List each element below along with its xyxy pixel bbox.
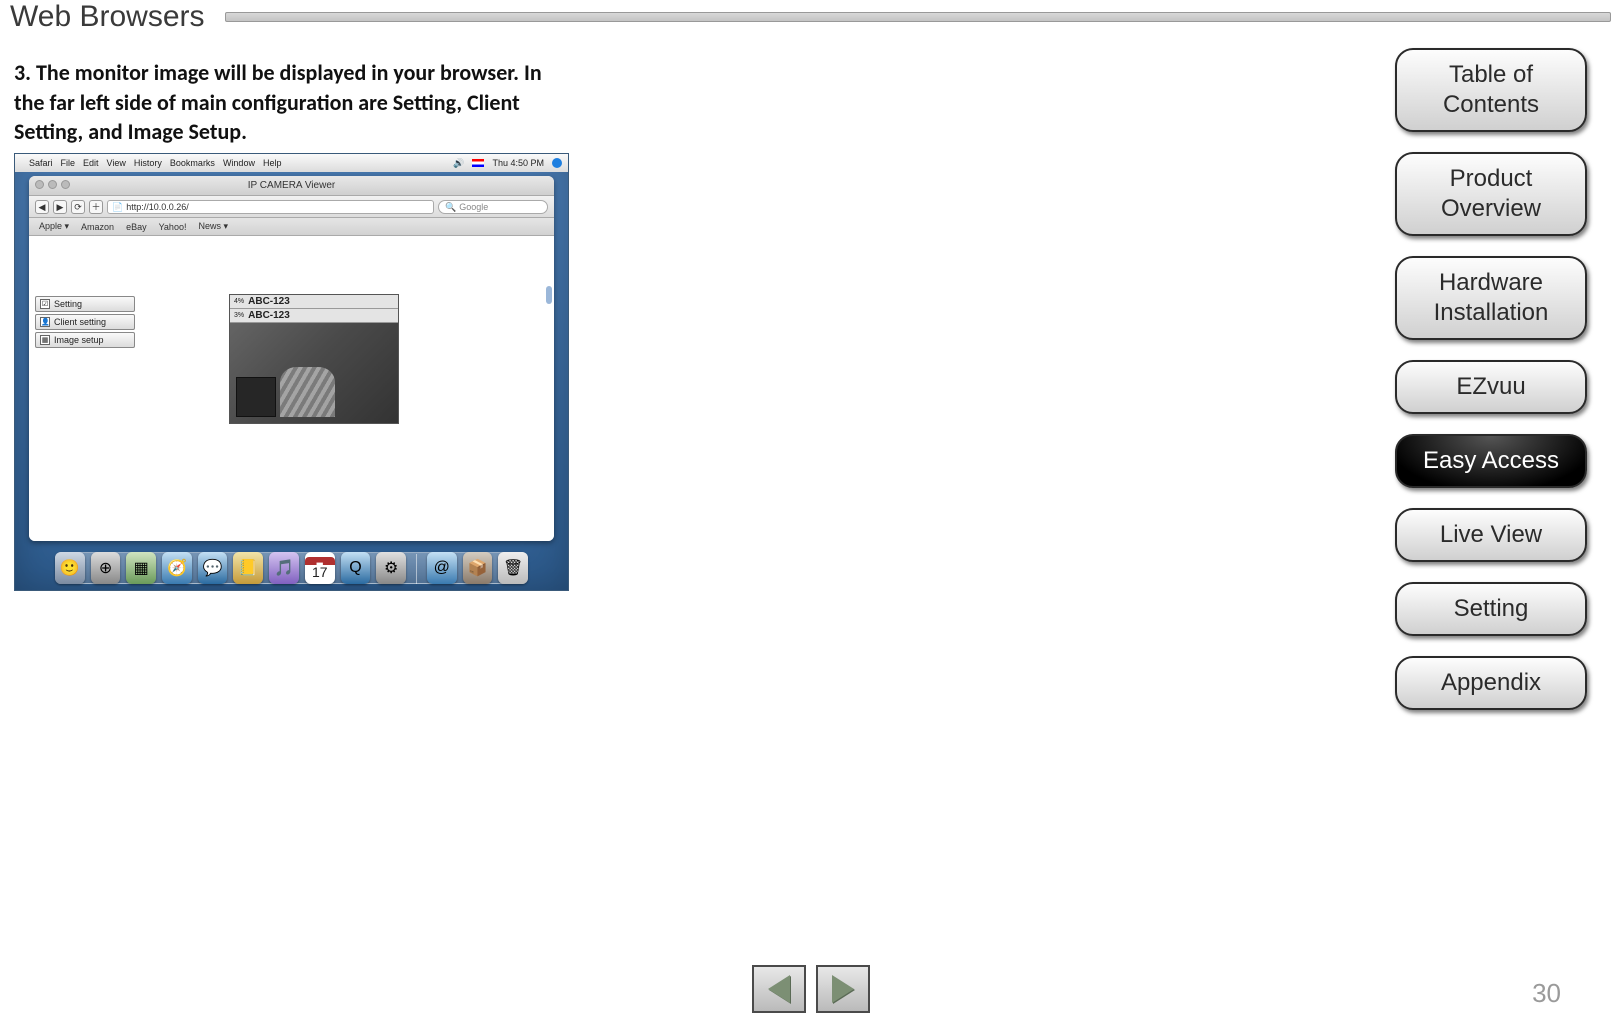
dock-divider bbox=[416, 554, 417, 584]
bookmarks-bar: Apple ▾ Amazon eBay Yahoo! News ▾ bbox=[29, 218, 554, 236]
close-icon bbox=[35, 180, 44, 189]
arrow-left-icon bbox=[768, 975, 790, 1003]
minimize-icon bbox=[48, 180, 57, 189]
quicktime-icon: Q bbox=[341, 552, 371, 584]
search-icon: 🔍 bbox=[445, 200, 456, 214]
scene-box bbox=[236, 377, 276, 417]
url-field: 📄 http://10.0.0.26/ bbox=[107, 200, 434, 214]
person-icon: 👤 bbox=[40, 317, 50, 327]
app-menu: Safari bbox=[29, 158, 53, 168]
nav-setting[interactable]: Setting bbox=[1395, 582, 1587, 636]
spaces-icon: ▦ bbox=[126, 552, 156, 584]
ichat-icon: 💬 bbox=[198, 552, 228, 584]
camera-live-image: 4% ABC-123 3% ABC-123 bbox=[229, 294, 399, 424]
plate-pct-2: 3% bbox=[234, 312, 244, 319]
scrollbar-thumb bbox=[546, 286, 552, 304]
plate-text-2: ABC-123 bbox=[248, 310, 290, 321]
page-title: Web Browsers bbox=[10, 0, 225, 34]
arrow-right-icon bbox=[832, 975, 854, 1003]
spotlight-icon bbox=[552, 158, 562, 168]
cfg-client-setting-label: Client setting bbox=[54, 317, 106, 327]
nav-appendix[interactable]: Appendix bbox=[1395, 656, 1587, 710]
traffic-lights bbox=[35, 180, 70, 189]
page-nav bbox=[752, 965, 870, 1013]
calendar-day: 17 bbox=[312, 565, 328, 579]
instruction-text: 3. The monitor image will be displayed i… bbox=[14, 58, 574, 147]
bookmark-ebay: eBay bbox=[126, 222, 147, 232]
prev-page-button[interactable] bbox=[752, 965, 806, 1013]
window-title: IP CAMERA Viewer bbox=[248, 180, 335, 191]
mac-dock: 🙂 ⊕ ▦ 🧭 💬 📒 🎵 ▂ 17 Q ⚙ @ 📦 🗑 bbox=[55, 539, 528, 584]
downloads-icon: 📦 bbox=[463, 552, 493, 584]
cfg-setting: ☑ Setting bbox=[35, 296, 135, 312]
nav-easy-access[interactable]: Easy Access bbox=[1395, 434, 1587, 488]
menu-window: Window bbox=[223, 158, 255, 168]
search-placeholder: Google bbox=[459, 200, 488, 214]
image-icon: ▦ bbox=[40, 335, 50, 345]
menu-bookmarks: Bookmarks bbox=[170, 158, 215, 168]
nav-live-view[interactable]: Live View bbox=[1395, 508, 1587, 562]
cfg-image-setup-label: Image setup bbox=[54, 335, 104, 345]
page-number: 30 bbox=[1532, 978, 1561, 1009]
nav-table-of-contents[interactable]: Table of Contents bbox=[1395, 48, 1587, 132]
header-rule bbox=[225, 12, 1611, 22]
checkbox-icon: ☑ bbox=[40, 299, 50, 309]
contacts-icon: 📒 bbox=[233, 552, 263, 584]
ip-camera-viewer-page: ☑ Setting 👤 Client setting ▦ Image setup… bbox=[29, 236, 554, 541]
config-sidebar: ☑ Setting 👤 Client setting ▦ Image setup bbox=[35, 296, 135, 348]
cfg-setting-label: Setting bbox=[54, 299, 82, 309]
browser-toolbar: ◀ ▶ ⟳ ＋ 📄 http://10.0.0.26/ 🔍 Google bbox=[29, 196, 554, 218]
flag-icon bbox=[472, 159, 484, 167]
nav-ezvuu[interactable]: EZvuu bbox=[1395, 360, 1587, 414]
bookmark-apple: Apple ▾ bbox=[39, 221, 69, 232]
safari-window: IP CAMERA Viewer ◀ ▶ ⟳ ＋ 📄 http://10.0.0… bbox=[29, 176, 554, 541]
plate-row-1: 4% ABC-123 bbox=[230, 295, 398, 309]
reload-button: ⟳ bbox=[71, 200, 85, 214]
search-field: 🔍 Google bbox=[438, 200, 548, 214]
finder-icon: 🙂 bbox=[55, 552, 85, 584]
menubar-clock: Thu 4:50 PM bbox=[492, 158, 544, 168]
bookmark-yahoo: Yahoo! bbox=[159, 222, 187, 232]
cfg-image-setup: ▦ Image setup bbox=[35, 332, 135, 348]
menu-file: File bbox=[61, 158, 76, 168]
screenshot-figure: Safari File Edit View History Bookmarks … bbox=[14, 153, 569, 591]
scene-grill bbox=[280, 367, 335, 417]
back-button: ◀ bbox=[35, 200, 49, 214]
page-header: Web Browsers bbox=[10, 0, 1611, 34]
plate-pct-1: 4% bbox=[234, 298, 244, 305]
menu-view: View bbox=[107, 158, 126, 168]
calendar-icon: ▂ 17 bbox=[305, 552, 335, 584]
mail-icon: @ bbox=[427, 552, 457, 584]
safari-icon: 🧭 bbox=[162, 552, 192, 584]
url-text: http://10.0.0.26/ bbox=[126, 200, 189, 214]
menu-help: Help bbox=[263, 158, 282, 168]
nav-hardware-installation[interactable]: Hardware Installation bbox=[1395, 256, 1587, 340]
preferences-icon: ⚙ bbox=[376, 552, 406, 584]
plate-text-1: ABC-123 bbox=[248, 296, 290, 307]
next-page-button[interactable] bbox=[816, 965, 870, 1013]
trash-icon: 🗑 bbox=[498, 552, 528, 584]
plate-row-2: 3% ABC-123 bbox=[230, 309, 398, 323]
bookmark-news: News ▾ bbox=[198, 221, 228, 232]
itunes-icon: 🎵 bbox=[269, 552, 299, 584]
dashboard-icon: ⊕ bbox=[91, 552, 121, 584]
menu-history: History bbox=[134, 158, 162, 168]
section-nav: Table of Contents Product Overview Hardw… bbox=[1395, 48, 1587, 710]
page-icon: 📄 bbox=[112, 200, 123, 214]
cfg-client-setting: 👤 Client setting bbox=[35, 314, 135, 330]
zoom-icon bbox=[61, 180, 70, 189]
forward-button: ▶ bbox=[53, 200, 67, 214]
volume-icon: 🔊 bbox=[453, 158, 464, 169]
menu-edit: Edit bbox=[83, 158, 99, 168]
camera-scene bbox=[230, 323, 398, 423]
mac-menubar: Safari File Edit View History Bookmarks … bbox=[15, 154, 568, 172]
nav-product-overview[interactable]: Product Overview bbox=[1395, 152, 1587, 236]
add-bookmark-button: ＋ bbox=[89, 200, 103, 214]
bookmark-amazon: Amazon bbox=[81, 222, 114, 232]
window-titlebar: IP CAMERA Viewer bbox=[29, 176, 554, 196]
